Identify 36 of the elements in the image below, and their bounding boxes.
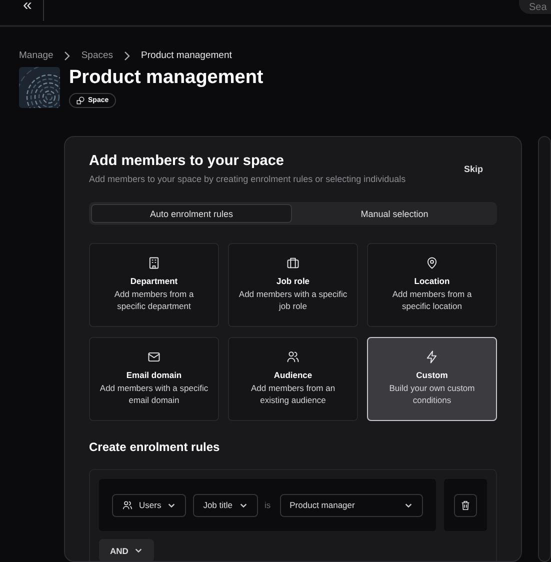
option-card[interactable]: Department Add members from a specific department bbox=[89, 243, 219, 327]
mail-icon bbox=[147, 350, 161, 364]
card-subtitle: Add members to your space by creating enrolment rules or selecting individuals bbox=[89, 174, 406, 184]
subject-dropdown[interactable]: Users bbox=[112, 494, 186, 516]
trash-icon bbox=[460, 500, 471, 510]
people-icon bbox=[122, 500, 133, 510]
shapes-icon bbox=[76, 96, 85, 105]
option-card[interactable]: Audience Add members from an existing audience bbox=[228, 337, 358, 421]
chevron-right-icon bbox=[123, 50, 132, 60]
page-title: Product management bbox=[69, 67, 264, 89]
breadcrumb-link[interactable]: Manage bbox=[19, 50, 54, 61]
and-dropdown[interactable]: AND bbox=[99, 539, 154, 561]
option-card[interactable]: Custom Build your own custom conditions bbox=[367, 337, 497, 421]
breadcrumb-link[interactable]: Product management bbox=[141, 50, 232, 61]
building-icon bbox=[147, 256, 161, 270]
card-title: Add members to your space bbox=[89, 153, 285, 169]
section-heading: Create enrolment rules bbox=[89, 440, 221, 454]
chevron-right-icon bbox=[63, 50, 72, 60]
skip-button[interactable]: Skip bbox=[458, 162, 489, 174]
value-dropdown[interactable]: Product manager bbox=[280, 494, 423, 516]
search-field[interactable]: Sea bbox=[519, 0, 551, 14]
option-card[interactable]: Location Add members from a specific location bbox=[367, 243, 497, 327]
chevron-icon bbox=[134, 546, 144, 555]
field-dropdown[interactable]: Job title bbox=[193, 494, 258, 516]
breadcrumb-link[interactable]: Spaces bbox=[81, 50, 114, 61]
people-icon bbox=[286, 350, 300, 364]
delete-button[interactable] bbox=[454, 494, 477, 516]
option-card[interactable]: Job role Add members with a specific job role bbox=[228, 243, 358, 327]
tab[interactable]: Auto enrolment rules bbox=[91, 204, 292, 223]
briefcase-icon bbox=[286, 256, 300, 270]
lightning-icon bbox=[425, 350, 439, 364]
option-card[interactable]: Email domain Add members with a specific email domain bbox=[89, 337, 219, 421]
collapse-button[interactable]: « bbox=[19, 0, 36, 14]
operator-label: is bbox=[264, 500, 271, 510]
location-pin-icon bbox=[425, 256, 439, 270]
tab[interactable]: Manual selection bbox=[294, 204, 495, 223]
